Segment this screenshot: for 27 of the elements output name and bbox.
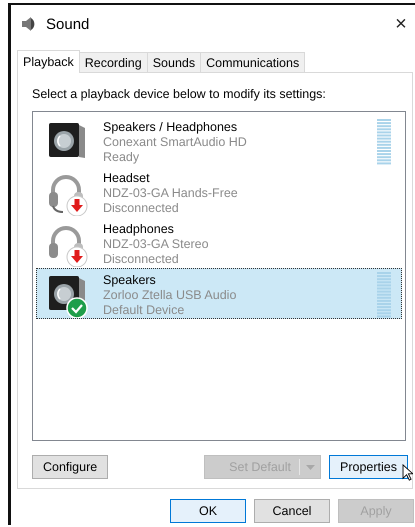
instruction-text: Select a playback device below to modify its settings:	[32, 87, 327, 101]
button[interactable]: Cancel	[254, 499, 330, 523]
close-button[interactable]: ×	[391, 12, 411, 36]
device-row[interactable]: Headphones NDZ-03-GA Stereo Disconnected	[36, 217, 402, 268]
device-status: Disconnected	[103, 201, 180, 216]
device-status: Ready	[103, 150, 140, 165]
device-status: Default Device	[103, 303, 186, 318]
window-title: Sound	[46, 16, 90, 32]
button[interactable]: OK	[170, 499, 246, 523]
device-name: Speakers / Headphones	[103, 120, 238, 135]
tab[interactable]: Playback	[17, 50, 80, 73]
device-driver: Conexant SmartAudio HD	[103, 135, 248, 150]
tab[interactable]: Recording	[78, 52, 148, 72]
device-status: Disconnected	[103, 252, 180, 267]
tab[interactable]: Sounds	[146, 52, 202, 72]
button[interactable]: Configure	[32, 455, 108, 479]
caret-icon	[306, 464, 315, 470]
device-driver: NDZ-03-GA Stereo	[103, 237, 210, 252]
device-driver: Zorloo Ztella USB Audio	[103, 288, 238, 303]
device-driver: NDZ-03-GA Hands-Free	[103, 186, 239, 201]
device-row[interactable]: Speakers / Headphones Conexant SmartAudio HD Ready	[36, 115, 402, 166]
device-row[interactable]: Speakers Zorloo Ztella USB Audio Default Device	[36, 268, 402, 319]
device-row[interactable]: Headset NDZ-03-GA Hands-Free Disconnected	[36, 166, 402, 217]
device-name: Headphones	[103, 222, 175, 237]
device-name: Headset	[103, 171, 151, 186]
tab[interactable]: Communications	[200, 52, 306, 72]
device-name: Speakers	[103, 273, 157, 288]
